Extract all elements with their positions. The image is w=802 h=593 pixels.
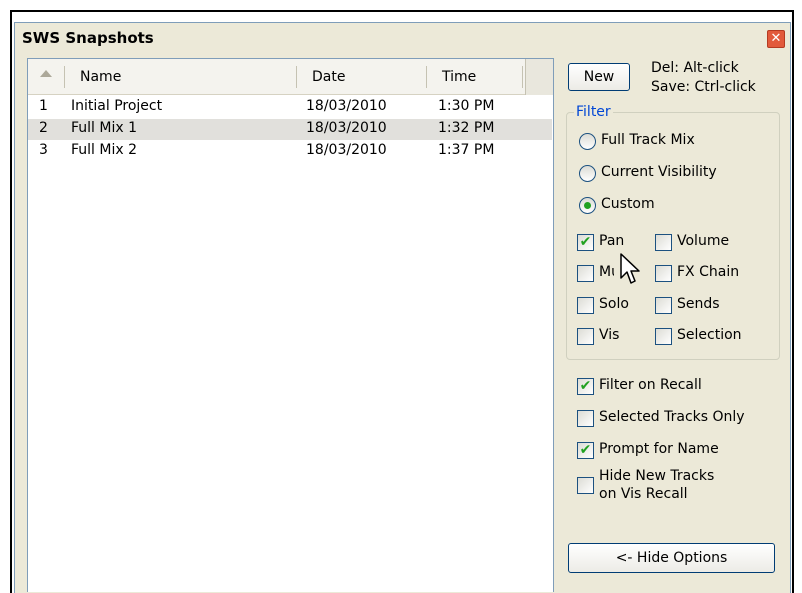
checkmark-icon: ✔: [579, 442, 592, 458]
row-time: 1:32 PM: [438, 120, 495, 136]
solo-label[interactable]: Solo: [599, 296, 629, 312]
pan-label[interactable]: Pan: [599, 233, 624, 249]
full-track-mix-radio[interactable]: [579, 133, 596, 150]
table-row[interactable]: 2 Full Mix 1 18/03/2010 1:32 PM: [28, 119, 552, 140]
mouse-pointer-icon: [620, 253, 640, 284]
row-name: Initial Project: [71, 98, 163, 114]
sort-ascending-icon: [40, 70, 52, 77]
sends-checkbox[interactable]: [655, 297, 672, 314]
selected-tracks-only-label[interactable]: Selected Tracks Only: [599, 409, 745, 425]
row-name: Full Mix 1: [71, 120, 138, 136]
checkmark-icon: ✔: [579, 378, 592, 394]
solo-checkbox[interactable]: [577, 297, 594, 314]
volume-checkbox[interactable]: [655, 234, 672, 251]
prompt-for-name-checkbox[interactable]: ✔: [577, 442, 594, 459]
row-number: 3: [39, 142, 48, 158]
full-track-mix-label[interactable]: Full Track Mix: [601, 132, 695, 148]
column-divider[interactable]: [296, 66, 297, 88]
hint-save: Save: Ctrl-click: [651, 79, 756, 95]
close-icon[interactable]: ✕: [767, 30, 785, 48]
custom-label[interactable]: Custom: [601, 196, 655, 212]
current-visibility-radio[interactable]: [579, 165, 596, 182]
row-date: 18/03/2010: [306, 120, 387, 136]
selection-checkbox[interactable]: [655, 328, 672, 345]
column-header-name[interactable]: Name: [80, 69, 121, 85]
row-time: 1:30 PM: [438, 98, 495, 114]
column-divider[interactable]: [64, 66, 65, 88]
mute-label[interactable]: Mute: [599, 264, 614, 280]
selected-tracks-only-checkbox[interactable]: [577, 410, 594, 427]
prompt-for-name-label[interactable]: Prompt for Name: [599, 441, 719, 457]
column-divider[interactable]: [426, 66, 427, 88]
vis-checkbox[interactable]: [577, 328, 594, 345]
current-visibility-label[interactable]: Current Visibility: [601, 164, 717, 180]
row-number: 2: [39, 120, 48, 136]
column-header-date[interactable]: Date: [312, 69, 345, 85]
filter-on-recall-label[interactable]: Filter on Recall: [599, 377, 702, 393]
hint-delete: Del: Alt-click: [651, 60, 739, 76]
pan-checkbox[interactable]: ✔: [577, 234, 594, 251]
radio-selected-dot: [584, 202, 591, 209]
mute-checkbox[interactable]: [577, 265, 594, 282]
row-date: 18/03/2010: [306, 98, 387, 114]
hide-new-tracks-label-line1[interactable]: Hide New Tracks: [599, 468, 714, 484]
table-row[interactable]: 1 Initial Project 18/03/2010 1:30 PM: [28, 97, 552, 118]
hide-options-button[interactable]: <- Hide Options: [568, 543, 775, 573]
sends-label[interactable]: Sends: [677, 296, 720, 312]
column-divider[interactable]: [522, 66, 523, 88]
fx-chain-label[interactable]: FX Chain: [677, 264, 739, 280]
list-header-filler: [525, 59, 553, 95]
custom-radio[interactable]: [579, 197, 596, 214]
hide-new-tracks-checkbox[interactable]: [577, 477, 594, 494]
filter-on-recall-checkbox[interactable]: ✔: [577, 378, 594, 395]
new-button[interactable]: New: [568, 63, 630, 91]
selection-label[interactable]: Selection: [677, 327, 742, 343]
filter-group-label: Filter: [574, 104, 613, 120]
row-number: 1: [39, 98, 48, 114]
vis-label[interactable]: Vis: [599, 327, 619, 343]
row-time: 1:37 PM: [438, 142, 495, 158]
hide-new-tracks-label-line2[interactable]: on Vis Recall: [599, 486, 688, 502]
row-name: Full Mix 2: [71, 142, 138, 158]
table-row[interactable]: 3 Full Mix 2 18/03/2010 1:37 PM: [28, 141, 552, 162]
window-title: SWS Snapshots: [22, 29, 154, 47]
checkmark-icon: ✔: [579, 234, 592, 250]
fx-chain-checkbox[interactable]: [655, 265, 672, 282]
volume-label[interactable]: Volume: [677, 233, 729, 249]
row-date: 18/03/2010: [306, 142, 387, 158]
column-header-time[interactable]: Time: [442, 69, 476, 85]
